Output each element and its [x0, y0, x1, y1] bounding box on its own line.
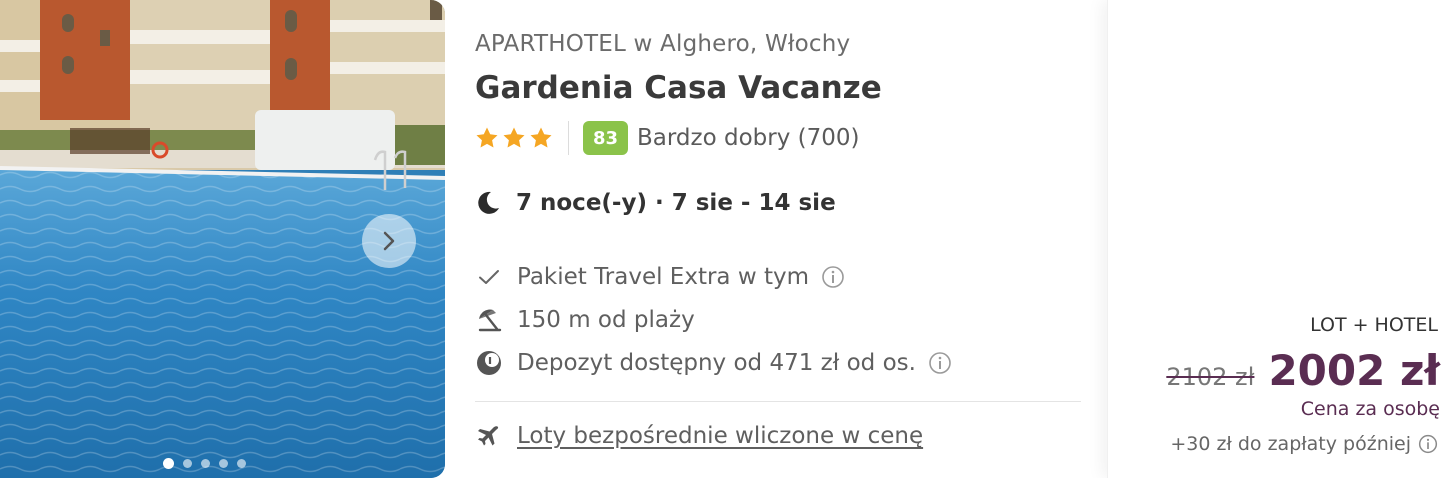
offer-card[interactable]: APARTHOTEL w Alghero, Włochy Gardenia Ca…: [0, 0, 1454, 478]
feature-text: Pakiet Travel Extra w tym: [517, 264, 809, 290]
hotel-category-location: APARTHOTEL w Alghero, Włochy: [475, 31, 851, 57]
airplane-icon: [478, 426, 499, 446]
hotel-details: APARTHOTEL w Alghero, Włochy Gardenia Ca…: [475, 0, 1081, 478]
chevron-right-icon: [383, 231, 395, 251]
gallery-pagination: [163, 458, 246, 469]
feature-deposit: 1 Depozyt dostępny od 471 zł od os.: [475, 349, 952, 377]
price-row: 2102 zł 2002 zł: [1166, 346, 1440, 395]
package-type: LOT + HOTEL: [1310, 314, 1438, 336]
review-score-badge: 83: [583, 121, 628, 155]
price-panel: LOT + HOTEL 2102 zł 2002 zł Cena za osob…: [1107, 0, 1454, 478]
pay-later-note: +30 zł do zapłaty później: [1170, 433, 1438, 455]
price-per-person-label: Cena za osobę: [1300, 398, 1440, 420]
old-price: 2102 zł: [1166, 363, 1255, 391]
info-icon[interactable]: [1418, 434, 1438, 454]
hotel-name[interactable]: Gardenia Casa Vacanze: [475, 70, 882, 106]
feature-travel-extra: Pakiet Travel Extra w tym: [475, 263, 845, 291]
gallery-dot[interactable]: [201, 459, 210, 468]
rating-row: 83 Bardzo dobry (700): [475, 120, 859, 156]
feature-text: 150 m od plaży: [517, 307, 695, 333]
direct-flights-link[interactable]: Loty bezpośrednie wliczone w cenę: [517, 423, 923, 449]
info-icon[interactable]: [821, 265, 845, 289]
hotel-stars: [475, 126, 553, 150]
gallery-dot[interactable]: [219, 459, 228, 468]
star-icon: [503, 127, 525, 148]
star-icon: [476, 127, 498, 148]
current-price[interactable]: 2002 zł: [1268, 346, 1440, 395]
rating-divider: [568, 121, 569, 155]
review-score-label[interactable]: Bardzo dobry (700): [637, 125, 859, 151]
star-icon: [530, 127, 552, 148]
hotel-photo[interactable]: [0, 0, 445, 478]
feature-beach-distance: 150 m od plaży: [475, 306, 695, 334]
moon-icon: [478, 191, 499, 214]
gallery-next-button[interactable]: [362, 214, 416, 268]
flight-info: Loty bezpośrednie wliczone w cenę: [475, 423, 923, 449]
details-divider: [475, 401, 1081, 402]
stay-dates: 7 noce(-y) · 7 sie - 14 sie: [475, 190, 836, 216]
deposit-icon: 1: [475, 349, 503, 377]
check-icon: [475, 263, 503, 291]
feature-text: Depozyt dostępny od 471 zł od os.: [517, 350, 916, 376]
pay-later-text: +30 zł do zapłaty później: [1170, 433, 1411, 455]
stay-dates-text: 7 noce(-y) · 7 sie - 14 sie: [516, 190, 836, 216]
beach-umbrella-icon: [475, 306, 503, 334]
gallery-dot[interactable]: [163, 458, 174, 469]
gallery-dot[interactable]: [183, 459, 192, 468]
gallery-dot[interactable]: [237, 459, 246, 468]
info-icon[interactable]: [928, 351, 952, 375]
